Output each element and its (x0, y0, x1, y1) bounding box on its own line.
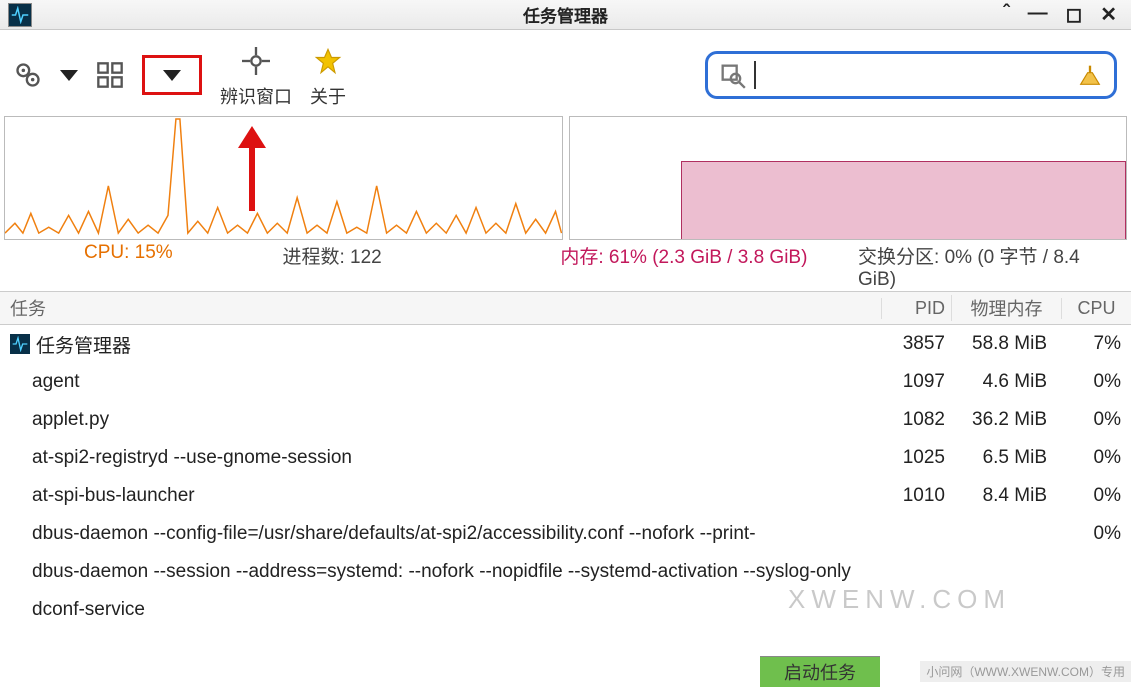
graphs-row (0, 116, 1131, 240)
view-dropdown[interactable] (142, 36, 202, 114)
process-stat: 进程数: 122 (282, 242, 560, 291)
watermark-small: 小问网（WWW.XWENW.COM）专用 (920, 661, 1131, 682)
search-icon (718, 61, 746, 89)
memory-graph (569, 116, 1128, 240)
title-bar: 任务管理器 ˆ — ◻ ✕ (0, 0, 1131, 30)
pid-cell: 1010 (881, 485, 951, 507)
search-input[interactable] (764, 54, 1068, 96)
task-name: dconf-service (32, 599, 145, 621)
footer: 启动任务 小问网（WWW.XWENW.COM）专用 (0, 657, 1131, 685)
minimize-button[interactable]: — (1028, 2, 1048, 27)
swap-stat: 交换分区: 0% (0 字节 / 8.4 GiB) (858, 242, 1127, 291)
table-row[interactable]: agent 10974.6 MiB0% (0, 363, 1131, 401)
table-row[interactable]: applet.py 108236.2 MiB0% (0, 401, 1131, 439)
identify-window-label: 辨识窗口 (220, 83, 292, 109)
task-cell: at-spi-bus-launcher (10, 485, 881, 507)
mem-cell: 4.6 MiB (951, 371, 1061, 393)
highlighted-dropdown[interactable] (142, 55, 202, 95)
settings-menu[interactable] (14, 36, 42, 114)
start-task-button[interactable]: 启动任务 (760, 656, 880, 687)
task-cell: dbus-daemon --session --address=systemd:… (10, 561, 881, 583)
task-cell: dconf-service (10, 599, 881, 621)
pid-cell: 1082 (881, 409, 951, 431)
col-memory[interactable]: 物理内存 (951, 295, 1061, 321)
col-pid[interactable]: PID (881, 298, 951, 319)
chevron-down-icon (60, 70, 78, 81)
table-row[interactable]: at-spi-bus-launcher 10108.4 MiB0% (0, 477, 1131, 515)
task-name: 任务管理器 (36, 331, 131, 358)
chevron-down-icon (163, 70, 181, 81)
cpu-cell: 0% (1061, 485, 1131, 507)
task-cell: 任务管理器 (10, 331, 881, 358)
app-icon (8, 3, 32, 27)
table-row[interactable]: 任务管理器 385758.8 MiB7% (0, 325, 1131, 363)
mem-cell: 36.2 MiB (951, 409, 1061, 431)
task-cell: dbus-daemon --config-file=/usr/share/def… (10, 523, 881, 545)
close-button[interactable]: ✕ (1100, 2, 1117, 27)
about-button[interactable]: 关于 (310, 36, 346, 114)
mem-cell: 58.8 MiB (951, 333, 1061, 355)
cpu-cell: 0% (1061, 447, 1131, 469)
col-task[interactable]: 任务 (0, 295, 881, 321)
table-row[interactable]: dbus-daemon --config-file=/usr/share/def… (0, 515, 1131, 553)
task-cell: agent (10, 371, 881, 393)
rollup-button[interactable]: ˆ (1003, 2, 1010, 27)
task-name: applet.py (32, 409, 109, 431)
cpu-cell: 7% (1061, 333, 1131, 355)
maximize-button[interactable]: ◻ (1066, 2, 1083, 27)
cpu-graph (4, 116, 563, 240)
view-mode-button[interactable] (96, 36, 124, 114)
text-cursor (754, 61, 756, 89)
task-name: agent (32, 371, 80, 393)
task-name: dbus-daemon --config-file=/usr/share/def… (32, 523, 756, 545)
mem-cell: 6.5 MiB (951, 447, 1061, 469)
cpu-stat: CPU: 15% (4, 242, 282, 291)
mem-cell: 8.4 MiB (951, 485, 1061, 507)
clear-search-icon[interactable] (1076, 61, 1104, 89)
crosshair-icon (242, 47, 270, 75)
about-label: 关于 (310, 83, 346, 109)
task-name: dbus-daemon --session --address=systemd:… (32, 561, 851, 583)
col-cpu[interactable]: CPU (1061, 298, 1131, 319)
task-manager-icon (10, 334, 30, 354)
toolbar: 辨识窗口 关于 (0, 30, 1131, 116)
pid-cell: 1025 (881, 447, 951, 469)
table-header: 任务 PID 物理内存 CPU (0, 291, 1131, 325)
task-name: at-spi-bus-launcher (32, 485, 195, 507)
cpu-cell: 0% (1061, 523, 1131, 545)
task-name: at-spi2-registryd --use-gnome-session (32, 447, 352, 469)
identify-window-button[interactable]: 辨识窗口 (220, 36, 292, 114)
memory-stat: 内存: 61% (2.3 GiB / 3.8 GiB) (560, 242, 858, 291)
stats-row: CPU: 15% 进程数: 122 内存: 61% (2.3 GiB / 3.8… (0, 240, 1131, 291)
memory-fill-area (681, 161, 1126, 239)
task-cell: at-spi2-registryd --use-gnome-session (10, 447, 881, 469)
process-table: 任务管理器385758.8 MiB7%agent10974.6 MiB0%app… (0, 325, 1131, 629)
table-row[interactable]: at-spi2-registryd --use-gnome-session 102… (0, 439, 1131, 477)
grid-icon (96, 61, 124, 89)
star-icon (314, 47, 342, 75)
table-row[interactable]: dbus-daemon --session --address=systemd:… (0, 553, 1131, 591)
task-cell: applet.py (10, 409, 881, 431)
gears-icon (14, 61, 42, 89)
search-box[interactable] (705, 51, 1117, 99)
table-row[interactable]: dconf-service (0, 591, 1131, 629)
cpu-cell: 0% (1061, 371, 1131, 393)
pid-cell: 1097 (881, 371, 951, 393)
cpu-cell: 0% (1061, 409, 1131, 431)
pid-cell: 3857 (881, 333, 951, 355)
window-title: 任务管理器 (0, 2, 1131, 27)
settings-dropdown[interactable] (60, 36, 78, 114)
